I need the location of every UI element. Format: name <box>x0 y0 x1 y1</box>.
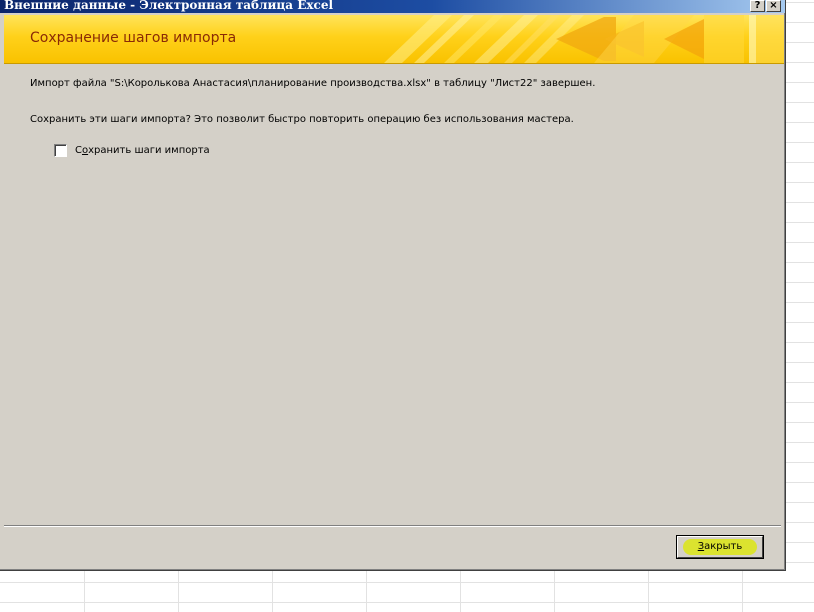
close-button[interactable]: Закрыть <box>676 535 764 559</box>
save-steps-checkbox[interactable] <box>54 144 67 157</box>
close-label-rest: акрыть <box>704 541 743 552</box>
banner-title: Сохранение шагов импорта <box>30 30 237 46</box>
save-steps-checkbox-row[interactable]: Сохранить шаги импорта <box>54 143 210 158</box>
title-close-button[interactable]: × <box>766 0 781 12</box>
label-prefix: С <box>75 145 82 156</box>
header-banner: Сохранение шагов импорта <box>4 15 784 64</box>
footer-separator <box>4 525 781 527</box>
label-rest: хранить шаги импорта <box>88 145 210 156</box>
help-button[interactable]: ? <box>750 0 765 12</box>
save-steps-checkbox-label[interactable]: Сохранить шаги импорта <box>75 144 210 157</box>
dialog-title: Внешние данные - Электронная таблица Exc… <box>4 0 334 12</box>
dialog-titlebar[interactable]: Внешние данные - Электронная таблица Exc… <box>0 0 785 13</box>
save-steps-question: Сохранить эти шаги импорта? Это позволит… <box>30 114 574 125</box>
import-complete-message: Импорт файла "S:\Королькова Анастасия\пл… <box>30 78 596 89</box>
import-wizard-dialog: Внешние данные - Электронная таблица Exc… <box>0 0 786 571</box>
close-button-label: Закрыть <box>677 541 763 553</box>
